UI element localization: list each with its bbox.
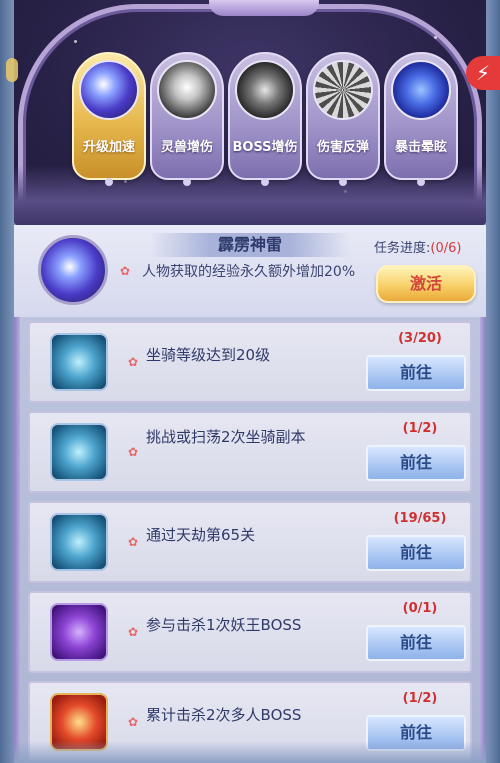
task-text: 通过天劫第65关	[146, 526, 256, 544]
tab-label: 伤害反弹	[316, 140, 369, 155]
mount-orb-icon	[50, 423, 108, 481]
tab-upgrade-speed[interactable]: 升级加速	[72, 52, 146, 186]
right-border	[486, 0, 500, 763]
star	[74, 40, 77, 43]
arch-cap	[209, 0, 319, 16]
tab-crit-stun[interactable]: 暴击晕眩	[384, 52, 458, 186]
skill-description: 人物获取的经验永久额外增加20%	[142, 264, 356, 280]
flower-bullet-icon: ✿	[128, 535, 139, 549]
tab-boss-damage[interactable]: BOSS增伤	[228, 52, 302, 186]
tab-tail	[183, 178, 191, 186]
tab-tail	[339, 178, 347, 186]
go-button[interactable]: 前往	[366, 625, 466, 661]
progress-value: (0/6)	[430, 241, 462, 256]
task-row: ✿ 坐骑等级达到20级 (3/20) 前往	[28, 321, 472, 403]
header-scene: 升级加速 灵兽增伤 BOSS增伤 伤害反弹 暴击晕眩	[14, 0, 486, 225]
task-list[interactable]: ✿ 坐骑等级达到20级 (3/20) 前往 ✿ 挑战或扫荡2次坐骑副本 (1/2…	[14, 317, 486, 763]
tab-tail	[417, 178, 425, 186]
task-progress: (19/65)	[393, 511, 447, 526]
progress-label: 任务进度:	[374, 241, 431, 256]
left-border	[0, 0, 14, 763]
go-button[interactable]: 前往	[366, 535, 466, 571]
task-progress: (1/2)	[402, 691, 438, 706]
flower-bullet-icon: ✿	[120, 264, 131, 278]
tab-damage-reflect[interactable]: 伤害反弹	[306, 52, 380, 186]
radiant-burst-icon	[313, 60, 373, 120]
tab-pet-damage[interactable]: 灵兽增伤	[150, 52, 224, 186]
task-text: 挑战或扫荡2次坐骑副本	[146, 428, 306, 446]
lantern-icon	[6, 58, 18, 82]
galaxy-orb-icon	[391, 60, 451, 120]
purple-thunder-icon	[79, 60, 139, 120]
mount-orb-icon	[50, 513, 108, 571]
task-progress: (1/2)	[402, 421, 438, 436]
task-progress: (3/20)	[398, 331, 442, 346]
tab-tail	[261, 178, 269, 186]
task-row: ✿ 参与击杀1次妖王BOSS (0/1) 前往	[28, 591, 472, 673]
activate-button[interactable]: 激活	[376, 265, 476, 303]
task-row: ✿ 挑战或扫荡2次坐骑副本 (1/2) 前往	[28, 411, 472, 493]
task-progress: (0/1)	[402, 601, 438, 616]
tab-label: 升级加速	[82, 140, 135, 155]
skill-name: 霹雳神雷	[150, 233, 350, 257]
lightning-badge-icon[interactable]: ⚡	[466, 56, 500, 90]
list-rail-left	[14, 317, 20, 763]
white-fang-icon	[157, 60, 217, 120]
tab-bar: 升级加速 灵兽增伤 BOSS增伤 伤害反弹 暴击晕眩	[72, 52, 462, 186]
tab-label: 灵兽增伤	[160, 140, 213, 155]
task-row: ✿ 通过天劫第65关 (19/65) 前往	[28, 501, 472, 583]
list-rail-right	[480, 317, 486, 763]
skill-info-panel: 霹雳神雷 ✿ 人物获取的经验永久额外增加20% 任务进度:(0/6) 激活	[14, 225, 486, 317]
mount-orb-icon	[50, 333, 108, 391]
skill-icon	[38, 235, 108, 305]
task-text: 坐骑等级达到20级	[146, 346, 271, 364]
flower-bullet-icon: ✿	[128, 445, 139, 459]
go-button[interactable]: 前往	[366, 355, 466, 391]
task-text: 参与击杀1次妖王BOSS	[146, 616, 302, 634]
bottom-fade	[14, 741, 486, 763]
tab-label: BOSS增伤	[232, 140, 298, 155]
task-progress-summary: 任务进度:(0/6)	[374, 237, 461, 256]
tab-label: 暴击晕眩	[394, 140, 447, 155]
tab-tail	[105, 178, 113, 186]
flower-bullet-icon: ✿	[128, 715, 139, 729]
task-text: 累计击杀2次多人BOSS	[146, 706, 302, 724]
go-button[interactable]: 前往	[366, 445, 466, 481]
flower-bullet-icon: ✿	[128, 355, 139, 369]
flower-bullet-icon: ✿	[128, 625, 139, 639]
storm-icon	[235, 60, 295, 120]
demon-king-icon	[50, 603, 108, 661]
star	[434, 36, 437, 39]
